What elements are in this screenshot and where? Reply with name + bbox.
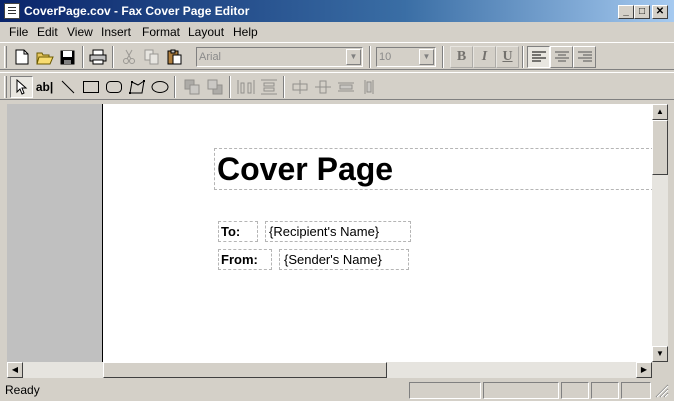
font-size-value: 10 [379,51,392,63]
status-text: Ready [5,383,40,397]
toolbar-separator [283,76,285,98]
line-tool-icon[interactable] [56,76,79,98]
page-title: Cover Page [217,151,394,187]
toolbar-separator [229,76,231,98]
ellipse-tool-icon[interactable] [148,76,171,98]
menu-layout[interactable]: Layout [188,25,224,39]
status-pane [561,382,589,399]
menu-insert[interactable]: Insert [101,25,131,39]
center-horizontal-icon[interactable] [288,76,311,98]
bring-to-front-icon[interactable] [180,76,203,98]
horizontal-scrollbar[interactable]: ◀ ▶ [7,362,652,378]
same-width-icon[interactable] [334,76,357,98]
page-margin-area [7,104,103,362]
status-pane [409,382,481,399]
space-down-icon[interactable] [257,76,280,98]
from-label: From: [221,252,258,267]
chevron-down-icon[interactable]: ▼ [419,49,434,65]
status-pane [483,382,559,399]
align-right-icon[interactable] [573,46,596,68]
menu-bar: File Edit View Insert Format Layout Help [0,22,674,42]
underline-button[interactable]: U [496,46,519,68]
cut-icon[interactable] [117,46,140,68]
toolbar-separator [82,46,84,68]
scroll-right-icon[interactable]: ▶ [636,362,652,378]
app-icon [4,3,20,19]
from-label-frame[interactable]: From: [218,249,272,270]
new-icon[interactable] [10,46,33,68]
sender-name-field[interactable]: {Sender's Name} [279,249,409,270]
paste-icon[interactable] [163,46,186,68]
font-name-value: Arial [199,51,222,63]
cover-page-canvas[interactable]: Cover Page To: {Recipient's Name} From: … [103,104,652,362]
minimize-button[interactable]: _ [618,5,634,19]
recipient-name-field[interactable]: {Recipient's Name} [265,221,411,242]
resize-grip-icon[interactable] [655,384,669,398]
maximize-button[interactable]: □ [634,5,650,19]
rectangle-tool-icon[interactable] [79,76,102,98]
rounded-rectangle-tool-icon[interactable] [102,76,125,98]
recipient-name-value: {Recipient's Name} [269,224,380,239]
vertical-scroll-thumb[interactable] [652,120,668,175]
to-label-frame[interactable]: To: [218,221,258,242]
copy-icon[interactable] [140,46,163,68]
toolbar-separator [112,46,114,68]
menu-edit[interactable]: Edit [37,25,58,39]
text-tool-button[interactable]: ab| [33,76,56,98]
center-vertical-icon[interactable] [311,76,334,98]
scroll-left-icon[interactable]: ◀ [7,362,23,378]
menu-format[interactable]: Format [142,25,180,39]
print-icon[interactable] [86,46,109,68]
toolbar-separator [369,46,371,68]
align-left-icon[interactable] [527,46,550,68]
status-bar: Ready [0,380,674,401]
vertical-scrollbar[interactable]: ▲ ▼ [652,104,668,362]
chevron-down-icon[interactable]: ▼ [346,49,361,65]
title-bar: CoverPage.cov - Fax Cover Page Editor _ … [0,0,674,22]
toolbar-separator [174,76,176,98]
window-title: CoverPage.cov - Fax Cover Page Editor [24,4,250,18]
send-to-back-icon[interactable] [203,76,226,98]
scroll-corner [652,362,668,378]
align-center-icon[interactable] [550,46,573,68]
font-size-combo[interactable]: 10 ▼ [376,47,436,67]
same-height-icon[interactable] [357,76,380,98]
save-icon[interactable] [56,46,79,68]
font-name-combo[interactable]: Arial ▼ [196,47,363,67]
horizontal-scroll-thumb[interactable] [103,362,387,378]
toolbar-grip[interactable] [4,46,7,68]
close-button[interactable]: ✕ [652,5,668,19]
title-text-frame[interactable]: Cover Page [214,148,652,190]
select-pointer-icon[interactable] [10,76,33,98]
space-across-icon[interactable] [234,76,257,98]
bold-button[interactable]: B [450,46,473,68]
menu-help[interactable]: Help [233,25,258,39]
polygon-tool-icon[interactable] [125,76,148,98]
status-pane [591,382,619,399]
scroll-down-icon[interactable]: ▼ [652,346,668,362]
open-folder-icon[interactable] [33,46,56,68]
toolbar-separator [522,46,524,68]
status-pane [621,382,651,399]
scroll-up-icon[interactable]: ▲ [652,104,668,120]
toolbar-grip[interactable] [4,76,7,98]
italic-button[interactable]: I [473,46,496,68]
menu-view[interactable]: View [67,25,93,39]
toolbar-separator [442,46,444,68]
menu-file[interactable]: File [9,25,28,39]
to-label: To: [221,224,241,239]
sender-name-value: {Sender's Name} [284,252,382,267]
